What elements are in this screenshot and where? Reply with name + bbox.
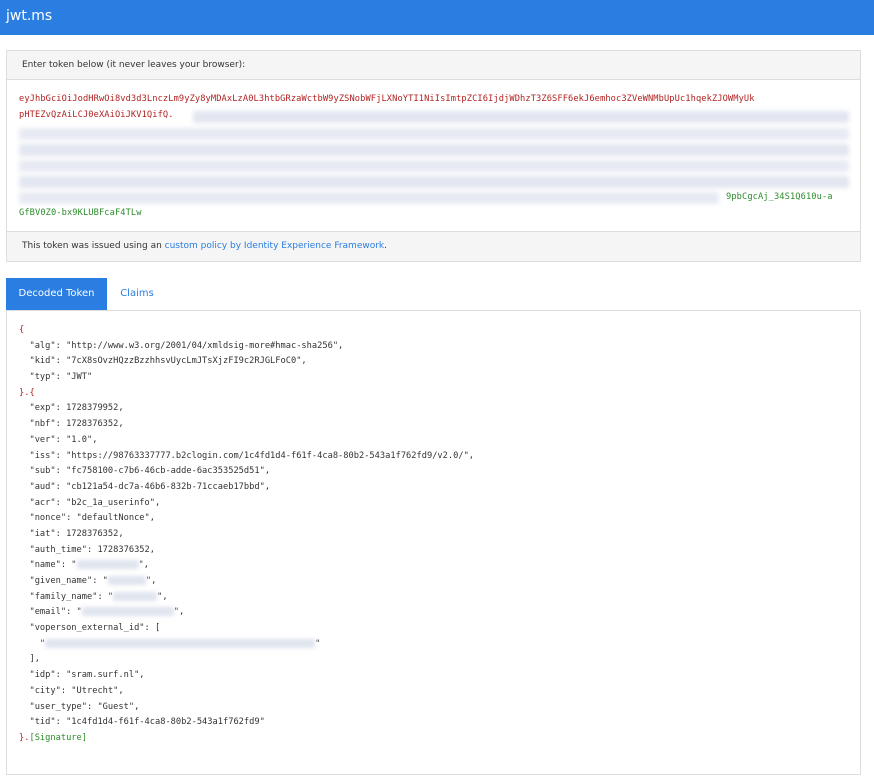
json-line: "iss": "https://98763337777.b2clogin.com… [19,450,475,461]
decoded-token-panel: { "alg": "http://www.w3.org/2001/04/xmld… [6,310,861,775]
app-header: jwt.ms [0,0,874,35]
redacted-value [107,576,146,585]
json-punctuation: " [19,638,46,649]
json-line-email: "email": " ", [19,605,474,621]
signature-label: [Signature] [29,732,88,743]
issuer-info-text: This token was issued using an [22,241,165,251]
json-key-given-name: "given_name": " [19,576,108,586]
json-punctuation: }. [19,732,30,743]
token-line-2: pHTEZvQzAiLCJ0eXAiOiJKV1QifQ. [19,110,174,120]
token-redacted-block [19,144,849,156]
json-punctuation: ", [157,591,168,602]
json-key-name: "name": " [19,560,77,571]
json-line: "alg": "http://www.w3.org/2001/04/xmldsi… [19,340,344,351]
json-line: "city": "Utrecht", [19,685,124,696]
redacted-value [81,607,174,617]
redacted-value [76,560,139,570]
json-line: "user_type": "Guest", [19,701,140,712]
json-line: "tid": "1c4fd1d4-f61f-4ca8-80b2-543a1f76… [19,717,265,728]
json-line: ], [19,654,40,665]
token-panel-header: Enter token below (it never leaves your … [7,51,860,80]
json-line: "acr": "b2c_1a_userinfo", [19,497,161,508]
json-line-name: "name": " ", [19,558,474,574]
json-line: { [19,325,25,335]
json-line: }.{ [19,387,35,398]
json-key-email: "email": " [19,607,82,618]
token-signature-part: GfBV0Z0-bx9KLUBFcaF4TLw [19,208,142,218]
tab-claims[interactable]: Claims [108,278,166,310]
json-line: "iat": 1728376352, [19,528,124,539]
redacted-value [113,591,158,601]
token-redacted-block [19,192,719,204]
json-line: "nbf": 1728376352, [19,419,124,430]
json-punctuation: ", [145,576,157,586]
token-signature-part: 9pbCgcAj_34S1Q610u-a [726,192,833,202]
json-line: "aud": "cb121a54-dc7a-46b6-832b-71ccaeb1… [19,481,271,492]
json-punctuation: ", [138,560,150,571]
token-redacted-block [19,160,849,172]
token-redacted-block [19,128,849,140]
token-issuer-info: This token was issued using an custom po… [7,231,860,261]
json-punctuation: ", [173,607,185,618]
token-redacted-block [19,176,849,188]
json-line: "ver": "1.0", [19,434,98,445]
json-line-family-name: "family_name": " ", [19,590,474,606]
json-line: "nonce": "defaultNonce", [19,513,155,524]
json-line: "typ": "JWT" [19,372,93,383]
json-line: "auth_time": 1728376352, [19,544,155,555]
app-title[interactable]: jwt.ms [6,8,52,24]
redacted-value [45,638,316,648]
json-punctuation: " [315,638,321,649]
json-line: "idp": "sram.surf.nl", [19,670,145,681]
json-line-given-name: "given_name": " ", [19,574,474,590]
tab-decoded-token[interactable]: Decoded Token [6,278,107,310]
token-line-1: eyJhbGciOiJodHRwOi8vd3d3LnczLm9yZy8yMDAx… [19,94,755,104]
json-line: "exp": 1728379952, [19,403,124,414]
custom-policy-link[interactable]: custom policy by Identity Experience Fra… [165,241,385,251]
token-input-panel: Enter token below (it never leaves your … [6,50,861,262]
json-key-family-name: "family_name": " [19,591,114,602]
json-line: "sub": "fc758100-c7b6-46cb-adde-6ac35352… [19,466,271,477]
json-line: "kid": "7cX8sOvzHQzzBzzhhsvUycLmJTsXjzFI… [19,356,307,367]
json-line-end: }.[Signature] [19,731,474,747]
json-line-voperson-item: " " [19,637,474,653]
token-input[interactable]: eyJhbGciOiJodHRwOi8vd3d3LnczLm9yZy8yMDAx… [7,80,860,232]
token-redacted-block [193,111,849,123]
issuer-info-period: . [384,241,388,251]
json-line: "voperson_external_id": [ [19,623,161,634]
decoded-json: { "alg": "http://www.w3.org/2001/04/xmld… [19,323,474,747]
